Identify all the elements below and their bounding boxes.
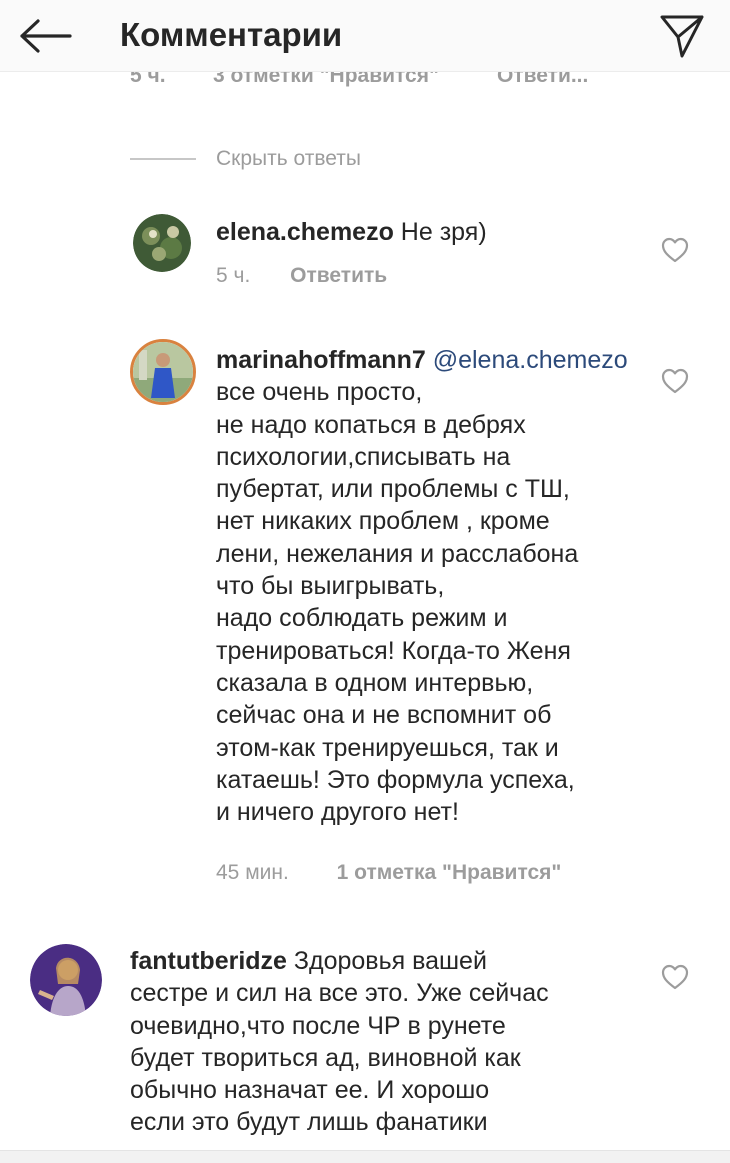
previous-comment-meta: 5 ч. 3 отметки "Нравится" Ответи... [0, 72, 730, 106]
comment-line: Здоровья вашей [286, 947, 487, 975]
comment-line: если это будут лишь фанатики [130, 1108, 488, 1137]
comment-line: тренироваться! Когда-то Женя [216, 636, 571, 665]
comment-line: что бы выигрывать, [216, 572, 445, 601]
comment-line: очевидно,что после ЧР в рунете [130, 1011, 506, 1040]
comment-line: этом-как тренируешься, так и [216, 733, 559, 762]
comment-line: пубертат, или проблемы с ТШ, [216, 475, 570, 504]
direct-message-button[interactable] [652, 10, 712, 62]
hide-replies-label: Скрыть ответы [216, 147, 361, 170]
top-bar: Комментарии [0, 0, 730, 72]
comment-line: обычно назначат ее. И хорошо [130, 1076, 490, 1105]
reply-button[interactable]: Ответить [290, 264, 387, 287]
divider-line [130, 158, 196, 160]
comment-line: будет твориться ад, виновной как [130, 1043, 521, 1072]
avatar-image [133, 342, 193, 402]
page-title: Комментарии [120, 16, 343, 53]
comment-text: Не зря) [393, 218, 487, 246]
previous-comment-time: 5 ч. [130, 72, 166, 87]
comment-line: все очень просто, [216, 378, 423, 407]
previous-comment-reply-button[interactable]: Ответи... [497, 72, 588, 88]
avatar[interactable] [133, 214, 191, 272]
previous-comment-likes[interactable]: 3 отметки "Нравится" [213, 72, 439, 88]
hide-replies-toggle[interactable]: Скрыть ответы [130, 144, 361, 174]
avatar-image [133, 214, 191, 272]
username[interactable]: fantutberidze [130, 947, 287, 975]
like-button[interactable] [657, 960, 693, 994]
comment-line: нет никаких проблем , кроме [216, 507, 550, 536]
comment-input-bar-edge [0, 1150, 730, 1163]
arrow-left-icon [20, 19, 72, 53]
avatar[interactable] [30, 944, 102, 1016]
username[interactable]: elena.chemezo [216, 218, 394, 246]
comments-screen: Комментарии 5 ч. 3 отметки "Нравится" От… [0, 0, 730, 1163]
back-button[interactable] [14, 12, 76, 60]
comment-time: 45 мин. [216, 861, 289, 884]
heart-icon [661, 368, 689, 394]
mention-link[interactable]: @elena.chemezo [433, 346, 628, 374]
comment-line: сестре и сил на все это. Уже сейчас [130, 979, 549, 1008]
likes-count[interactable]: 1 отметка "Нравится" [337, 861, 562, 884]
comment-line: катаешь! Это формула успеха, [216, 765, 575, 794]
comment-line: сказала в одном интервью, [216, 668, 534, 697]
comment-line: психологии,списывать на [216, 442, 511, 471]
like-button[interactable] [657, 233, 693, 267]
comment-line: лени, нежелания и расслабона [216, 539, 579, 568]
like-button[interactable] [657, 364, 693, 398]
comment-line: и ничего другого нет! [216, 798, 459, 827]
comment-line: сейчас она и не вспомнит об [216, 701, 552, 730]
avatar[interactable] [130, 339, 196, 405]
avatar-image [30, 944, 102, 1016]
heart-icon [661, 237, 689, 263]
username[interactable]: marinahoffmann7 [216, 346, 426, 374]
comment-line: не надо копаться в дебрях [216, 410, 526, 439]
comment-line: надо соблюдать режим и [216, 604, 508, 633]
heart-icon [661, 964, 689, 990]
comment-time: 5 ч. [216, 264, 251, 287]
paper-plane-icon [660, 15, 704, 58]
